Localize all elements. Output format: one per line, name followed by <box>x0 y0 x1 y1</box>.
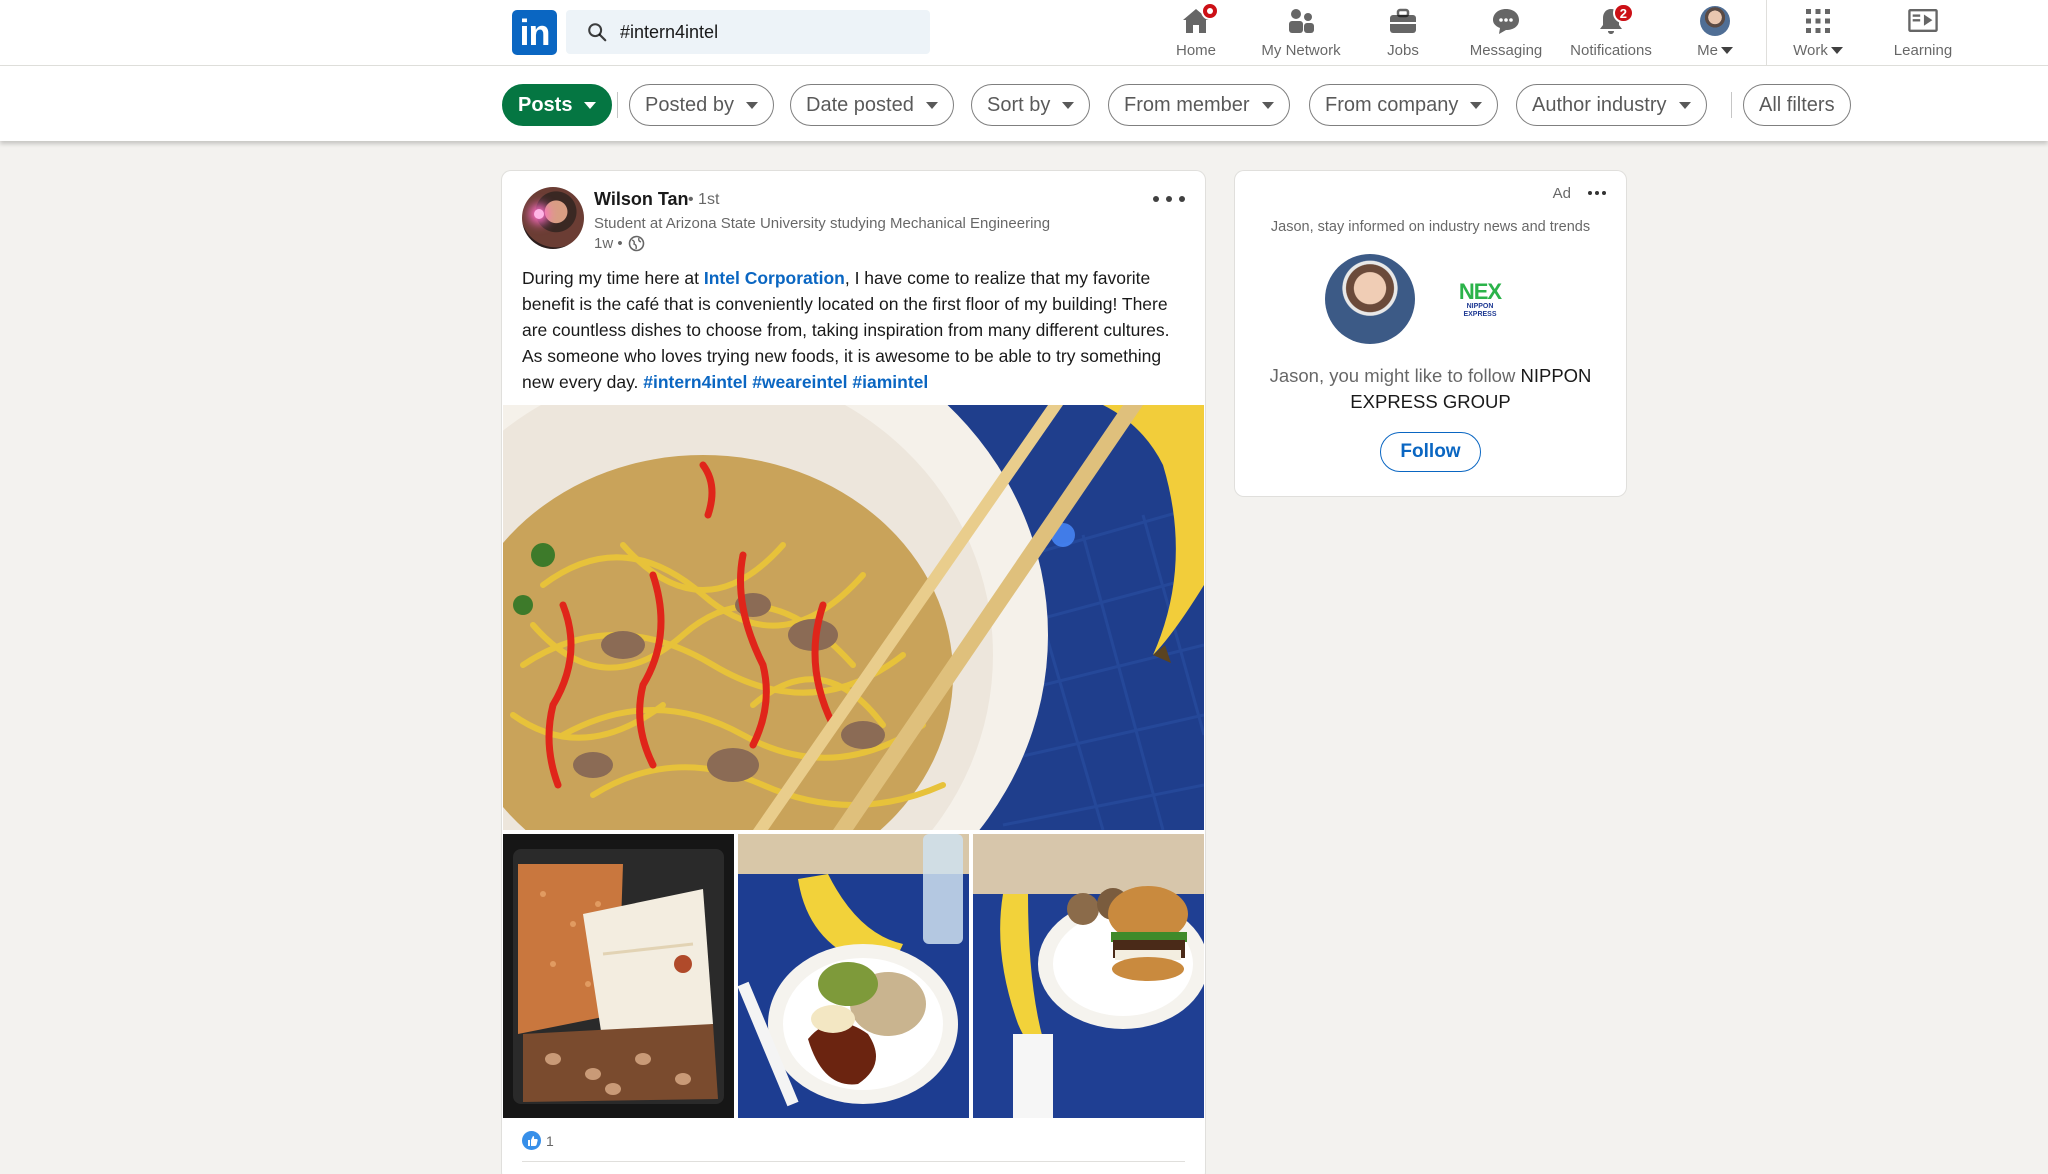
nav-notifications[interactable]: 2 Notifications <box>1566 3 1656 62</box>
company-mention-link[interactable]: Intel Corporation <box>704 268 845 288</box>
filter-posted-by-label: Posted by <box>645 93 734 116</box>
filter-posts-label: Posts <box>518 93 573 116</box>
post-image-chicken-plate[interactable] <box>738 834 969 1118</box>
post-image-noodles[interactable] <box>503 405 1204 830</box>
nav-my-network-label: My Network <box>1261 42 1341 59</box>
filter-divider <box>1731 92 1732 118</box>
author-headline: Student at Arizona State University stud… <box>594 215 1051 232</box>
post-text-part: During my time here at <box>522 268 704 288</box>
filter-from-company-label: From company <box>1325 93 1459 116</box>
nav-notifications-label: Notifications <box>1570 42 1652 59</box>
filter-sort-by[interactable]: Sort by <box>971 84 1091 126</box>
ad-message: Jason, you might like to follow NIPPON E… <box>1255 363 1606 415</box>
viewer-avatar <box>1325 254 1415 344</box>
nav-divider <box>1766 0 1767 66</box>
post-card: Wilson Tan • 1st Student at Arizona Stat… <box>502 171 1205 1174</box>
ad-tagline: Jason, stay informed on industry news an… <box>1270 219 1591 235</box>
chevron-down-icon <box>1678 101 1691 109</box>
company-logo-subtext: NIPPON EXPRESS <box>1463 303 1497 318</box>
filter-from-member-label: From member <box>1124 93 1250 116</box>
chevron-down-icon <box>1062 101 1075 109</box>
nav-my-network[interactable]: My Network <box>1253 4 1349 62</box>
company-logo[interactable]: NEX NIPPON EXPRESS <box>1454 281 1506 321</box>
connection-degree: • 1st <box>688 191 720 208</box>
company-logo-mark: NEX <box>1458 279 1502 304</box>
home-notification-dot <box>1201 2 1219 20</box>
nav-jobs-label: Jobs <box>1387 42 1419 59</box>
my-network-icon <box>1286 6 1316 36</box>
hashtag-link[interactable]: #weareintel <box>752 372 847 392</box>
ad-card: Ad Jason, stay informed on industry news… <box>1235 171 1626 496</box>
chevron-down-icon <box>1830 47 1843 54</box>
chevron-down-icon <box>925 101 938 109</box>
filter-all-filters[interactable]: All filters <box>1743 84 1851 126</box>
filter-from-member[interactable]: From member <box>1108 84 1290 126</box>
filter-date-posted-label: Date posted <box>806 93 914 116</box>
filter-date-posted[interactable]: Date posted <box>790 84 954 126</box>
post-divider <box>522 1161 1185 1162</box>
nav-home[interactable]: Home <box>1170 2 1222 62</box>
learning-icon <box>1908 6 1938 36</box>
filter-all-filters-label: All filters <box>1759 93 1835 116</box>
filter-posted-by[interactable]: Posted by <box>629 84 774 126</box>
post-body: During my time here at Intel Corporation… <box>522 265 1192 395</box>
nav-jobs[interactable]: Jobs <box>1381 4 1425 62</box>
nav-learning-label: Learning <box>1893 42 1953 59</box>
ad-label: Ad <box>1552 185 1571 202</box>
nav-messaging-label: Messaging <box>1469 42 1543 59</box>
author-avatar[interactable] <box>522 187 584 249</box>
post-timestamp: 1w • <box>594 235 645 252</box>
nav-work[interactable]: Work <box>1789 4 1847 62</box>
filter-posts[interactable]: Posts <box>502 84 613 126</box>
grid-icon <box>1803 6 1833 36</box>
filter-from-company[interactable]: From company <box>1309 84 1499 126</box>
ad-more-options-icon[interactable] <box>1588 189 1606 197</box>
briefcase-icon <box>1388 6 1418 36</box>
chevron-down-icon <box>1261 101 1274 109</box>
messaging-icon <box>1491 6 1521 36</box>
filter-divider <box>617 92 618 118</box>
globe-icon <box>628 235 644 252</box>
chevron-down-icon <box>1470 101 1483 109</box>
reactions-summary[interactable]: 1 <box>522 1131 554 1150</box>
notifications-count-badge: 2 <box>1612 3 1634 23</box>
linkedin-logo-icon[interactable]: in <box>512 10 557 55</box>
search-filter-bar: Posts Posted by Date posted Sort by From… <box>0 66 2048 141</box>
ad-message-prefix: Jason, you might like to follow <box>1269 365 1521 386</box>
reaction-count: 1 <box>546 1132 554 1149</box>
like-reaction-icon <box>522 1131 541 1150</box>
chevron-down-icon <box>584 101 597 109</box>
me-avatar <box>1700 6 1730 36</box>
nav-home-label: Home <box>1175 42 1216 59</box>
filter-author-industry[interactable]: Author industry <box>1516 84 1707 126</box>
search-icon <box>588 23 607 42</box>
post-more-options-icon[interactable] <box>1153 189 1185 209</box>
search-input[interactable] <box>620 21 920 43</box>
post-image-burger[interactable] <box>973 834 1204 1118</box>
filter-author-industry-label: Author industry <box>1532 93 1667 116</box>
nav-messaging[interactable]: Messaging <box>1466 4 1546 62</box>
home-icon <box>1181 2 1219 36</box>
post-time-label: 1w • <box>594 235 623 252</box>
bell-icon: 2 <box>1596 3 1634 36</box>
global-nav: in Home My Network Jobs Messaging <box>0 0 2048 66</box>
nav-work-label: Work <box>1793 42 1828 59</box>
post-image-rice-quesadilla[interactable] <box>503 834 734 1118</box>
chevron-down-icon <box>745 101 758 109</box>
search-bar[interactable] <box>566 10 930 54</box>
filter-sort-by-label: Sort by <box>987 93 1051 116</box>
nav-me-label: Me <box>1697 42 1718 59</box>
nav-me[interactable]: Me <box>1690 4 1740 62</box>
chevron-down-icon <box>1720 47 1733 54</box>
nav-learning[interactable]: Learning <box>1890 4 1956 62</box>
hashtag-link[interactable]: #iamintel <box>852 372 928 392</box>
author-name[interactable]: Wilson Tan <box>594 189 689 210</box>
hashtag-link[interactable]: #intern4intel <box>643 372 747 392</box>
follow-button[interactable]: Follow <box>1380 432 1481 472</box>
